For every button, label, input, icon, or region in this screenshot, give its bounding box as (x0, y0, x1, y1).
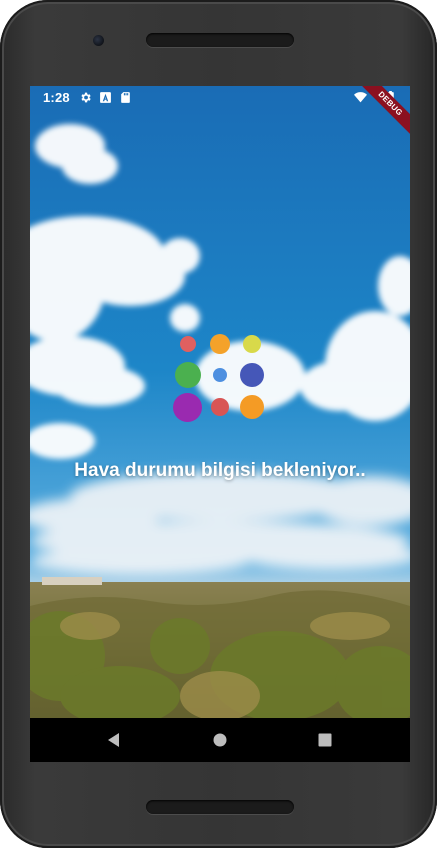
loader-dot (210, 334, 230, 354)
back-triangle-icon[interactable] (104, 730, 124, 750)
screen: 1:28 DEBUG Hava durumu bilgisi bekleniyo… (30, 86, 410, 762)
text-a-icon (100, 92, 111, 103)
loading-message: Hava durumu bilgisi bekleniyor.. (74, 460, 366, 481)
settings-gear-icon (81, 92, 91, 103)
front-camera (93, 35, 104, 46)
loader-dot (213, 368, 227, 382)
recents-square-icon[interactable] (315, 730, 335, 750)
loader-dot (173, 393, 202, 422)
loader-dot (211, 398, 229, 416)
navigation-bar (30, 718, 410, 762)
loader-dot (175, 362, 201, 388)
loader-dot (240, 363, 264, 387)
loader-dot (180, 336, 196, 352)
top-speaker (146, 33, 294, 47)
sd-card-icon (121, 92, 130, 103)
loader-dot (243, 335, 261, 353)
loader-dot (240, 395, 264, 419)
status-bar: 1:28 (30, 86, 410, 110)
bottom-speaker (146, 800, 294, 814)
loading-spinner (172, 332, 272, 428)
home-circle-icon[interactable] (210, 730, 230, 750)
status-time: 1:28 (43, 90, 70, 105)
wifi-icon (354, 92, 367, 103)
phone-frame: 1:28 DEBUG Hava durumu bilgisi bekleniyo… (0, 0, 437, 848)
